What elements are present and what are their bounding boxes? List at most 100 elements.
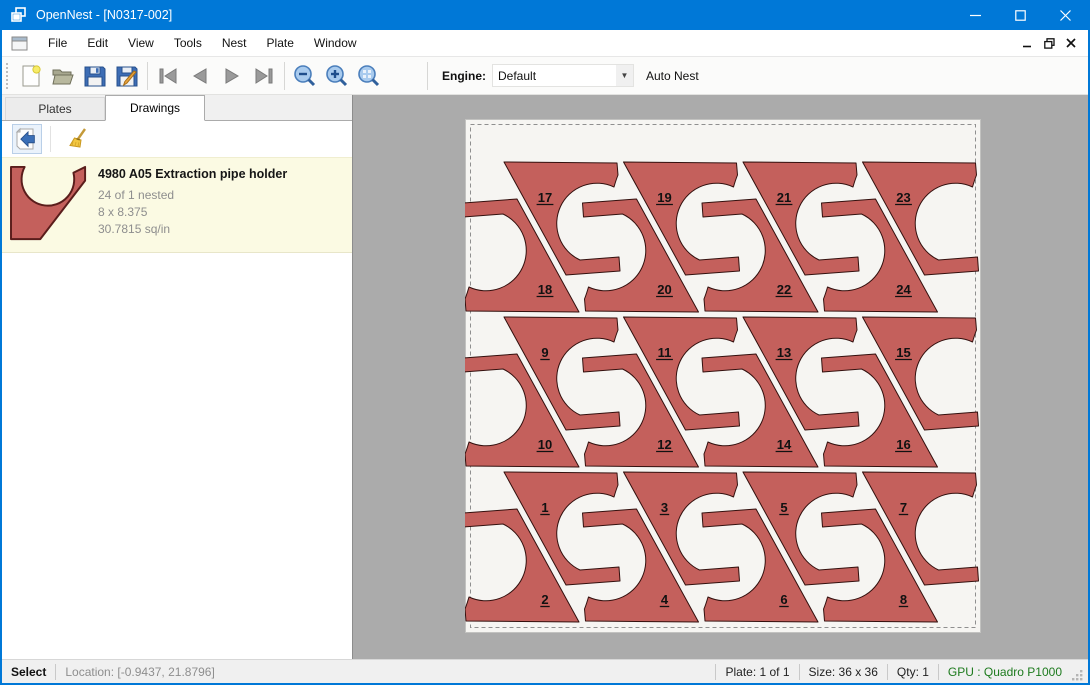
tab-strip: Plates Drawings — [2, 95, 352, 121]
open-file-button[interactable] — [47, 60, 79, 92]
status-gpu: GPU : Quadro P1000 — [948, 665, 1062, 679]
first-plate-icon — [156, 64, 180, 88]
part-number-21: 21 — [777, 190, 791, 205]
status-right-group: Plate: 1 of 1 Size: 36 x 36 Qty: 1 GPU :… — [706, 662, 1088, 682]
drawing-thumbnail — [2, 165, 98, 243]
resize-grip[interactable] — [1070, 668, 1084, 682]
panel-separator — [50, 126, 51, 152]
status-separator — [938, 664, 939, 680]
part-number-6: 6 — [780, 592, 787, 607]
menu-tools[interactable]: Tools — [164, 30, 212, 57]
drawing-list-item[interactable]: 4980 A05 Extraction pipe holder 24 of 1 … — [2, 157, 352, 253]
save-as-icon — [115, 64, 139, 88]
drawing-item-texts: 4980 A05 Extraction pipe holder 24 of 1 … — [98, 165, 352, 243]
import-drawing-button[interactable] — [12, 124, 42, 154]
engine-combobox-value: Default — [493, 69, 616, 83]
drawing-area: 30.7815 sq/in — [98, 221, 352, 238]
auto-nest-label[interactable]: Auto Nest — [646, 69, 699, 83]
toolbar-separator — [284, 62, 285, 90]
part-number-9: 9 — [541, 345, 548, 360]
part-number-8: 8 — [900, 592, 907, 607]
zoom-in-button[interactable] — [321, 60, 353, 92]
toolbar-separator — [147, 62, 148, 90]
main-toolbar: Engine: Default ▼ Auto Nest — [2, 57, 1088, 95]
drawing-nested-count: 24 of 1 nested — [98, 187, 352, 204]
window-title: OpenNest - [N0317-002] — [36, 8, 953, 22]
zoom-out-button[interactable] — [289, 60, 321, 92]
part-number-2: 2 — [541, 592, 548, 607]
part-number-1: 1 — [541, 500, 548, 515]
mdi-minimize-icon[interactable] — [1016, 33, 1038, 53]
close-button[interactable] — [1043, 0, 1088, 30]
drawing-size: 8 x 8.375 — [98, 204, 352, 221]
part-number-4: 4 — [661, 592, 669, 607]
drawings-toolbar — [2, 121, 352, 157]
menu-items: FileEditViewToolsNestPlateWindow — [38, 30, 367, 57]
previous-plate-icon — [188, 64, 212, 88]
open-file-icon — [51, 64, 75, 88]
menu-plate[interactable]: Plate — [257, 30, 304, 57]
nest-canvas[interactable]: 171819202122232491011121314151612345678 — [353, 95, 1088, 659]
zoom-fit-button[interactable] — [353, 60, 385, 92]
left-panel: Plates Drawings — [2, 95, 353, 659]
save-button[interactable] — [79, 60, 111, 92]
status-separator — [55, 664, 56, 680]
menu-bar: FileEditViewToolsNestPlateWindow — [2, 30, 1088, 57]
last-plate-button[interactable] — [248, 60, 280, 92]
next-plate-icon — [220, 64, 244, 88]
status-plate: Plate: 1 of 1 — [725, 665, 789, 679]
next-plate-button[interactable] — [216, 60, 248, 92]
plate[interactable]: 171819202122232491011121314151612345678 — [465, 119, 981, 633]
part-number-15: 15 — [896, 345, 910, 360]
import-drawing-icon — [15, 127, 39, 151]
status-size: Size: 36 x 36 — [809, 665, 878, 679]
part-number-14: 14 — [777, 437, 792, 452]
part-number-16: 16 — [896, 437, 910, 452]
toolbar-separator — [427, 62, 428, 90]
part-number-12: 12 — [657, 437, 671, 452]
tab-drawings[interactable]: Drawings — [105, 95, 205, 121]
last-plate-icon — [252, 64, 276, 88]
first-plate-button[interactable] — [152, 60, 184, 92]
zoom-fit-icon — [356, 63, 382, 89]
part-number-22: 22 — [777, 282, 791, 297]
part-number-20: 20 — [657, 282, 671, 297]
previous-plate-button[interactable] — [184, 60, 216, 92]
status-separator — [799, 664, 800, 680]
menu-file[interactable]: File — [38, 30, 77, 57]
save-icon — [83, 64, 107, 88]
toolbar-grip[interactable] — [5, 63, 9, 89]
part-number-10: 10 — [538, 437, 552, 452]
part-number-23: 23 — [896, 190, 910, 205]
new-file-button[interactable] — [15, 60, 47, 92]
maximize-button[interactable] — [998, 0, 1043, 30]
status-bar: Select Location: [-0.9437, 21.8796] Plat… — [2, 659, 1088, 683]
part-number-24: 24 — [896, 282, 911, 297]
part-number-13: 13 — [777, 345, 791, 360]
menu-nest[interactable]: Nest — [212, 30, 257, 57]
mdi-close-icon[interactable] — [1060, 33, 1082, 53]
minimize-button[interactable] — [953, 0, 998, 30]
status-separator — [715, 664, 716, 680]
mdi-window-buttons — [1016, 33, 1082, 53]
menu-edit[interactable]: Edit — [77, 30, 118, 57]
menu-view[interactable]: View — [118, 30, 164, 57]
mdi-restore-icon[interactable] — [1038, 33, 1060, 53]
status-separator — [887, 664, 888, 680]
status-mode: Select — [11, 665, 46, 679]
clear-button[interactable] — [63, 124, 93, 154]
menu-window[interactable]: Window — [304, 30, 367, 57]
new-file-icon — [19, 64, 43, 88]
engine-label: Engine: — [442, 69, 486, 83]
tab-plates[interactable]: Plates — [5, 97, 105, 120]
part-number-19: 19 — [657, 190, 671, 205]
part-number-18: 18 — [538, 282, 552, 297]
mdi-document-icon[interactable] — [11, 36, 28, 51]
clear-icon — [66, 127, 90, 151]
title-bar: OpenNest - [N0317-002] — [2, 0, 1088, 30]
save-as-button[interactable] — [111, 60, 143, 92]
engine-combobox[interactable]: Default ▼ — [492, 64, 634, 87]
chevron-down-icon[interactable]: ▼ — [616, 65, 633, 86]
part-number-5: 5 — [780, 500, 787, 515]
status-qty: Qty: 1 — [897, 665, 929, 679]
